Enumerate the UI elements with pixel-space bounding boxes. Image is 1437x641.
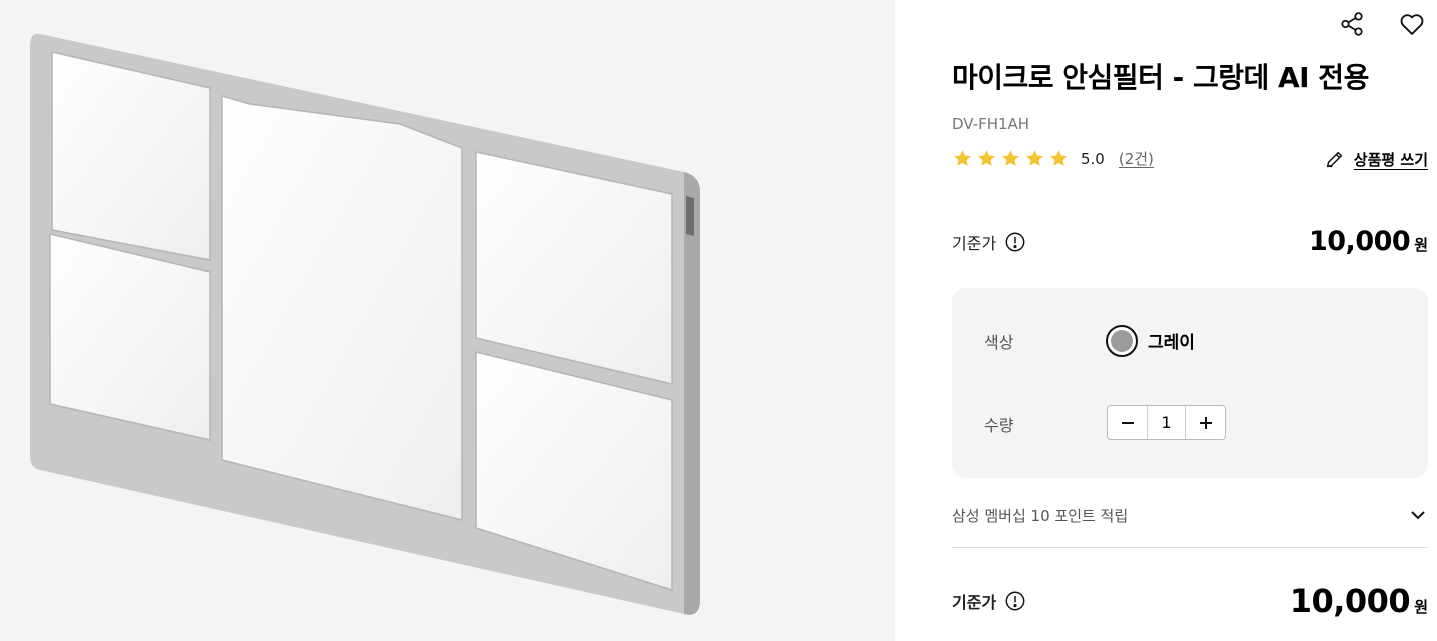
total-price-unit: 원 xyxy=(1414,598,1428,616)
base-price-label: 기준가 xyxy=(952,233,997,253)
star-icon xyxy=(1026,150,1043,166)
heart-icon xyxy=(1400,14,1424,35)
plus-icon xyxy=(1199,416,1212,429)
info-icon[interactable] xyxy=(1004,590,1026,612)
color-swatch-dot xyxy=(1111,330,1133,352)
wishlist-button[interactable] xyxy=(1396,8,1428,40)
rating-score: 5.0 xyxy=(1081,149,1105,168)
membership-points-text: 삼성 멤버십 10 포인트 적립 xyxy=(952,507,1129,525)
info-icon[interactable] xyxy=(1004,231,1026,253)
base-price-unit: 원 xyxy=(1414,236,1428,254)
product-image xyxy=(30,33,700,615)
total-price-row: 기준가 10,000 원 xyxy=(952,582,1428,620)
total-price-label: 기준가 xyxy=(952,593,997,612)
star-icon xyxy=(954,150,971,166)
base-price-value: 10,000 원 xyxy=(1309,226,1428,257)
rating-summary: 5.0 (2건) xyxy=(952,148,1154,169)
rating-stars xyxy=(952,148,1069,169)
membership-points-toggle[interactable]: 삼성 멤버십 10 포인트 적립 xyxy=(952,502,1428,548)
color-name: 그레이 xyxy=(1148,333,1195,353)
model-number: DV-FH1AH xyxy=(952,115,1030,133)
color-swatch-gray[interactable] xyxy=(1106,325,1138,357)
star-icon xyxy=(978,150,995,166)
minus-icon xyxy=(1121,421,1134,424)
share-icon xyxy=(1341,12,1363,36)
write-review-button[interactable]: 상품평 쓰기 xyxy=(1324,148,1428,170)
base-price-label-group: 기준가 xyxy=(952,230,1026,254)
base-price-row: 기준가 10,000 원 xyxy=(952,226,1428,257)
top-actions xyxy=(1336,8,1428,40)
product-title: 마이크로 안심필터 - 그랑데 AI 전용 xyxy=(952,61,1369,94)
product-info-panel: 마이크로 안심필터 - 그랑데 AI 전용 DV-FH1AH 5.0 (2건) … xyxy=(952,0,1428,641)
color-label: 색상 xyxy=(984,333,1014,352)
star-icon xyxy=(1002,150,1019,166)
chevron-down-icon xyxy=(1411,511,1425,520)
total-price-label-group: 기준가 xyxy=(952,589,1026,613)
pencil-icon xyxy=(1326,151,1342,168)
total-price-value: 10,000 원 xyxy=(1290,582,1428,620)
options-panel: 색상 그레이 수량 1 xyxy=(952,288,1428,478)
review-count-link[interactable]: (2건) xyxy=(1119,148,1154,169)
quantity-stepper: 1 xyxy=(1107,405,1226,440)
total-price-amount: 10,000 xyxy=(1289,582,1411,620)
quantity-value[interactable]: 1 xyxy=(1147,406,1186,439)
base-price-amount: 10,000 xyxy=(1308,226,1411,257)
write-review-label: 상품평 쓰기 xyxy=(1353,150,1428,169)
quantity-label: 수량 xyxy=(984,416,1014,435)
star-icon xyxy=(1050,150,1067,166)
quantity-increase-button[interactable] xyxy=(1186,406,1225,439)
quantity-decrease-button[interactable] xyxy=(1108,406,1147,439)
share-button[interactable] xyxy=(1336,8,1368,40)
product-image-gallery xyxy=(0,0,895,641)
